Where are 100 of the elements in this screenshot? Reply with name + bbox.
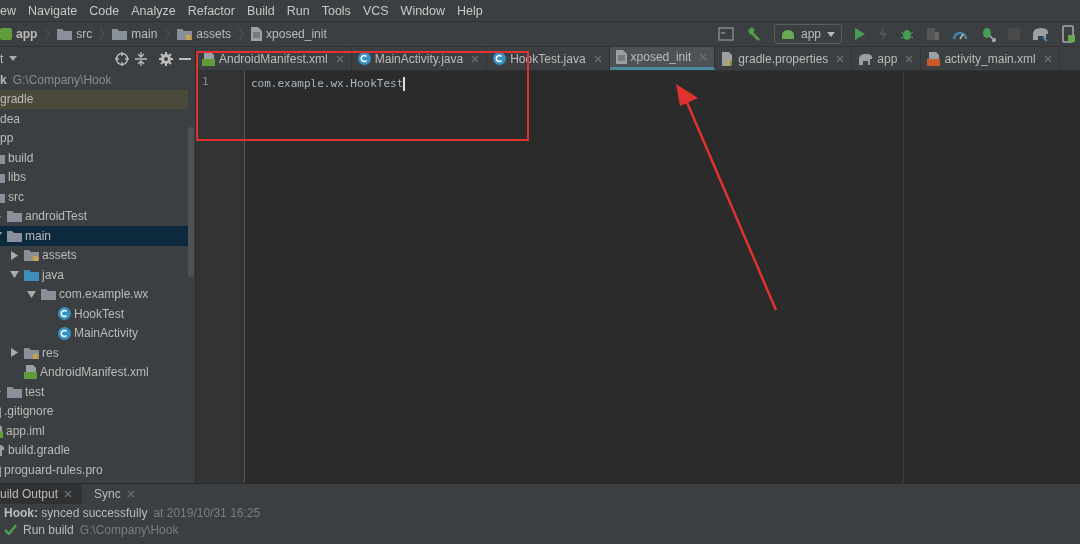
bug-arrow-icon[interactable] <box>980 26 996 42</box>
target-icon[interactable] <box>115 51 129 66</box>
caret-icon[interactable] <box>9 56 18 61</box>
elephant-icon <box>858 52 874 65</box>
tree-row[interactable]: dea <box>0 109 188 129</box>
settings-icon[interactable] <box>159 51 173 66</box>
expanded-arrow-icon[interactable] <box>27 289 36 299</box>
tree-row[interactable]: libs <box>0 167 188 187</box>
tool-tab[interactable]: Sync <box>82 484 145 504</box>
tree-row[interactable]: HookTest <box>0 304 188 324</box>
menu-item[interactable]: ew <box>0 3 22 18</box>
xml-file-icon <box>202 51 215 66</box>
folder-icon <box>24 249 39 262</box>
tree-row[interactable]: .gitignore <box>0 401 188 421</box>
folder-icon <box>24 346 39 359</box>
window-icon[interactable] <box>717 27 734 41</box>
breadcrumb-item[interactable]: xposed_init <box>266 27 327 41</box>
tool-tab[interactable]: uild Output <box>0 484 83 504</box>
collapse-icon[interactable] <box>135 51 147 66</box>
menu-item[interactable]: Window <box>394 3 452 18</box>
panel-title[interactable]: t <box>0 51 4 66</box>
tree-row[interactable]: AndroidManifest.xml <box>0 362 188 382</box>
play-icon[interactable] <box>854 27 866 41</box>
close-icon[interactable] <box>64 490 73 498</box>
collapsed-arrow-icon[interactable] <box>10 348 19 358</box>
menu-item[interactable]: Help <box>451 3 489 18</box>
tree-row[interactable]: build <box>0 148 188 168</box>
project-name[interactable]: k <box>0 72 7 87</box>
close-icon[interactable] <box>335 54 344 63</box>
tree-row[interactable]: gradle <box>0 89 188 109</box>
tree-row[interactable]: proguard-rules.pro <box>0 460 188 480</box>
folder-icon <box>24 268 39 281</box>
text-cursor <box>403 76 405 91</box>
tree-row[interactable]: java <box>0 265 188 285</box>
menu-item[interactable]: Navigate <box>22 3 84 18</box>
tree-row[interactable]: androidTest <box>0 206 188 226</box>
minimize-icon[interactable] <box>179 57 191 60</box>
class-icon <box>493 52 507 65</box>
file-icon <box>615 50 627 64</box>
tree-row[interactable]: assets <box>0 245 188 265</box>
tree-row[interactable]: res <box>0 343 188 363</box>
folder-icon <box>41 288 56 301</box>
tree-row[interactable]: build.gradle <box>0 440 188 460</box>
close-icon[interactable] <box>126 490 135 498</box>
editor-tab[interactable]: activity_main.xml <box>921 47 1060 70</box>
timestamp: at 2019/10/31 16:25 <box>153 505 261 520</box>
menu-item[interactable]: Tools <box>315 3 357 18</box>
hammer-icon[interactable] <box>745 26 762 42</box>
editor-tab[interactable]: app <box>852 47 922 70</box>
caret-icon <box>827 31 835 37</box>
breadcrumb-item[interactable]: main <box>131 27 158 41</box>
device-icon[interactable] <box>926 27 940 41</box>
run-configuration-dropdown[interactable]: app <box>773 24 842 44</box>
xml-file-icon <box>24 365 37 380</box>
tree-row[interactable]: pp <box>0 128 188 148</box>
phone-icon[interactable] <box>1062 25 1076 43</box>
close-icon[interactable] <box>593 54 602 63</box>
tree-row[interactable]: MainActivity <box>0 323 188 343</box>
editor-tab[interactable]: AndroidManifest.xml <box>196 47 352 70</box>
editor-tab[interactable]: gradle.properties <box>715 47 853 70</box>
close-icon[interactable] <box>836 54 845 63</box>
build-path: G:\Company\Hook <box>79 522 179 537</box>
menu-item[interactable]: VCS <box>356 3 395 18</box>
folder-icon <box>177 28 193 40</box>
expanded-arrow-icon[interactable] <box>10 270 19 280</box>
folder-icon <box>57 28 73 40</box>
breadcrumb-item[interactable]: assets <box>196 27 232 41</box>
menu-item[interactable]: Run <box>280 3 316 18</box>
folder-icon <box>7 229 22 242</box>
project-path: G:\Company\Hook <box>12 72 112 87</box>
breadcrumb-item[interactable]: app <box>16 27 38 41</box>
scrollbar[interactable] <box>188 127 194 277</box>
breadcrumb-item[interactable]: src <box>76 27 93 41</box>
close-icon[interactable] <box>905 54 914 63</box>
tree-row[interactable]: test <box>0 382 188 402</box>
tree-row[interactable]: src <box>0 187 188 207</box>
close-icon[interactable] <box>471 54 480 63</box>
close-icon[interactable] <box>1043 54 1052 63</box>
module-icon <box>0 28 12 40</box>
folder-icon <box>7 210 22 223</box>
menu-item[interactable]: Refactor <box>181 3 241 18</box>
tree-row[interactable]: com.example.wx <box>0 284 188 304</box>
editor-tab[interactable]: xposed_init <box>609 47 716 70</box>
bug-icon[interactable] <box>900 27 914 41</box>
properties-file-icon <box>721 51 735 66</box>
editor-tab[interactable]: MainActivity.java <box>351 47 488 70</box>
tree-row[interactable]: main <box>0 226 188 246</box>
menu-item[interactable]: Build <box>240 3 281 18</box>
sync-message: Hook: synced successfully <box>4 505 148 520</box>
android-icon <box>780 29 795 39</box>
layout-file-icon <box>927 51 941 66</box>
line-number: 1 <box>201 75 210 90</box>
build-step: Run build <box>23 522 74 537</box>
menu-item[interactable]: Analyze <box>125 3 182 18</box>
file-icon <box>251 27 263 41</box>
sync-gradle-icon[interactable] <box>1032 26 1050 42</box>
menu-item[interactable]: Code <box>83 3 126 18</box>
tree-row[interactable]: app.iml <box>0 421 188 441</box>
class-icon <box>357 52 371 65</box>
collapsed-arrow-icon[interactable] <box>10 250 19 260</box>
